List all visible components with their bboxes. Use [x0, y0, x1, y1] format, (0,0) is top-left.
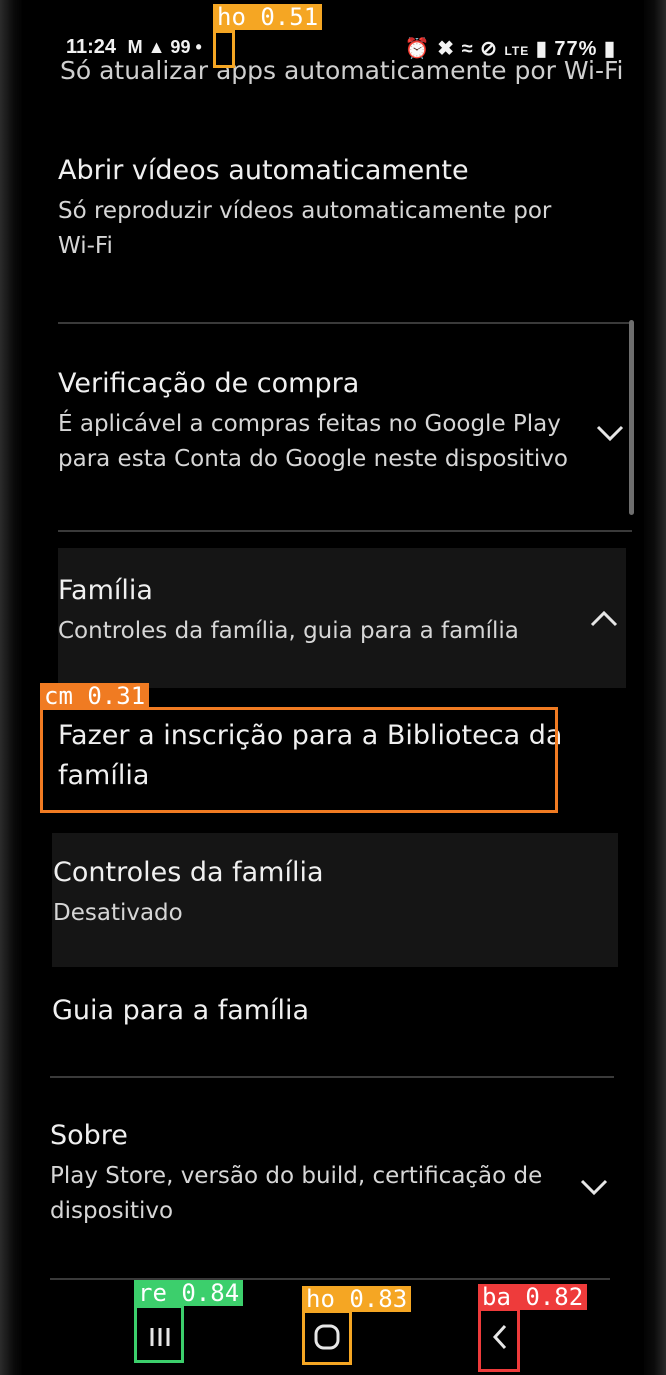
chevron-up-icon[interactable] — [590, 610, 618, 634]
scrollbar[interactable] — [629, 320, 634, 515]
setting-title: Verificação de compra — [58, 368, 360, 399]
setting-title: Abrir vídeos automaticamente — [58, 155, 469, 186]
detection-box — [478, 1308, 520, 1372]
chevron-down-icon[interactable] — [596, 424, 624, 448]
setting-family-guide[interactable]: Guia para a família — [52, 995, 620, 1026]
phone-frame: 11:24 M ▲ 99 • ⏰ ✖ ≈ ⊘ LTE ▮ 77% ▮ Só at… — [0, 0, 666, 1375]
setting-family-controls[interactable]: Controles da família Desativado — [53, 857, 620, 931]
setting-subtitle: É aplicável a compras feitas no Google P… — [58, 411, 568, 472]
status-extras: M ▲ 99 • — [127, 37, 202, 57]
divider — [58, 530, 632, 532]
detection-label: ho 0.51 — [213, 4, 323, 30]
setting-about[interactable]: Sobre Play Store, versão do build, certi… — [50, 1120, 620, 1229]
setting-subtitle: Desativado — [53, 900, 183, 926]
chevron-down-icon[interactable] — [580, 1178, 608, 1202]
detection-box — [302, 1310, 352, 1365]
setting-title: Controles da família — [53, 857, 324, 888]
detection-box — [213, 30, 235, 68]
setting-title: Guia para a família — [52, 995, 310, 1026]
setting-title: Família — [58, 575, 153, 606]
setting-purchase-verification[interactable]: Verificação de compra É aplicável a comp… — [58, 368, 620, 477]
time-text: 11:24 — [66, 36, 117, 58]
detection-box — [134, 1305, 184, 1363]
setting-family[interactable]: Família Controles da família, guia para … — [58, 575, 620, 649]
setting-subtitle: Controles da família, guia para a famíli… — [58, 618, 519, 644]
divider — [58, 322, 632, 324]
divider — [50, 1076, 614, 1078]
setting-title: Sobre — [50, 1120, 128, 1151]
detection-label: ho 0.83 — [302, 1286, 412, 1312]
setting-autoplay-videos[interactable]: Abrir vídeos automaticamente Só reproduz… — [58, 155, 620, 264]
setting-subtitle: Play Store, versão do build, certificaçã… — [50, 1163, 543, 1224]
detection-box — [40, 707, 558, 813]
detection-label: re 0.84 — [134, 1280, 244, 1306]
auto-update-subtitle: Só atualizar apps automaticamente por Wi… — [60, 56, 624, 85]
detection-label: cm 0.31 — [40, 683, 150, 709]
detection-label: ba 0.82 — [478, 1284, 588, 1310]
setting-subtitle: Só reproduzir vídeos automaticamente por… — [58, 198, 552, 259]
